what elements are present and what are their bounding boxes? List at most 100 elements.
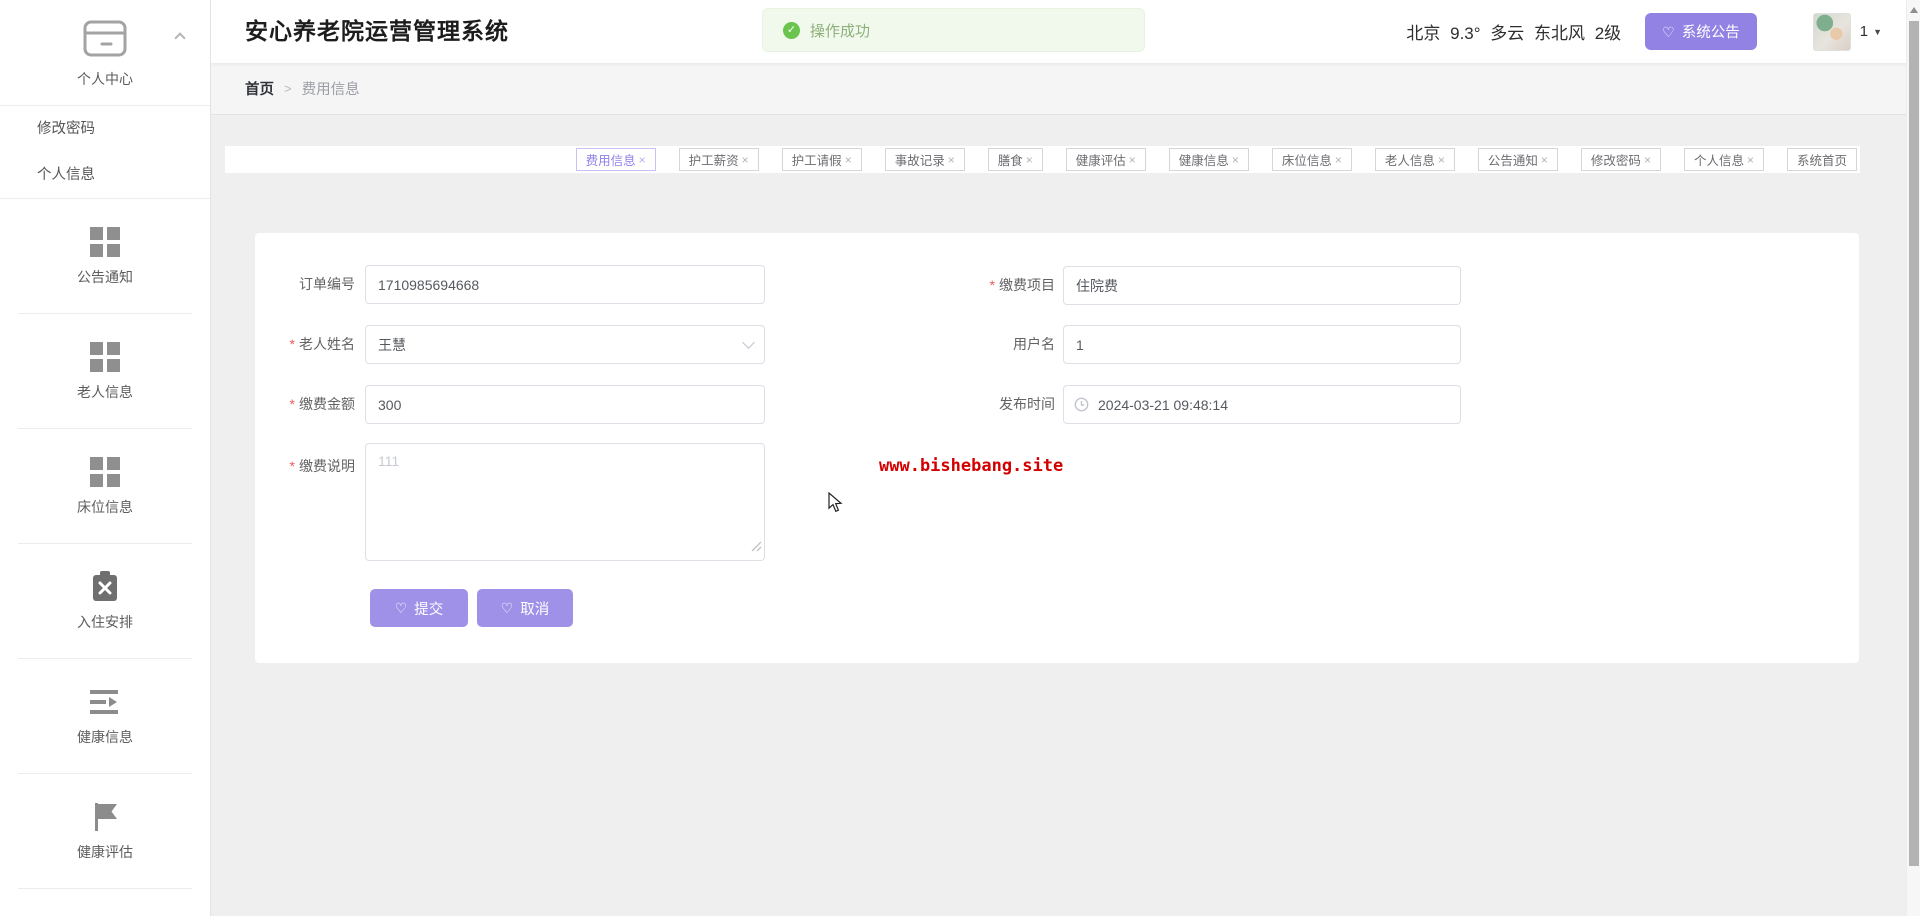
tab-label: 系统首页	[1796, 154, 1847, 168]
tab-label: 护工薪资	[688, 154, 739, 168]
sidebar-item-personal-info[interactable]: 个人信息	[0, 152, 210, 198]
username-field[interactable]	[1063, 325, 1461, 364]
list-arrow-icon	[0, 687, 210, 717]
tab-change-password[interactable]: 修改密码 ×	[1580, 148, 1661, 171]
tab-elder-info[interactable]: 老人信息 ×	[1374, 148, 1455, 171]
toast-message: 操作成功	[810, 22, 871, 40]
sidebar: 个人中心 修改密码 个人信息 公告通知 老人信息 床位信息 入住安排 健康信息 …	[0, 0, 211, 916]
tab-close-icon[interactable]: ×	[1541, 153, 1548, 167]
weather-info: 北京 9.3° 多云 东北风 2级	[1406, 24, 1622, 43]
tab-close-icon[interactable]: ×	[1644, 153, 1651, 167]
tab-caregiver-leave[interactable]: 护工请假 ×	[781, 148, 862, 171]
cancel-button[interactable]: ♡ 取消	[477, 589, 573, 627]
payment-description-textarea[interactable]	[365, 443, 765, 561]
chevron-up-icon[interactable]	[174, 32, 186, 44]
tab-close-icon[interactable]: ×	[1232, 153, 1239, 167]
breadcrumb-separator: >	[284, 81, 292, 96]
sidebar-item-more[interactable]	[0, 889, 210, 916]
tab-personal-info[interactable]: 个人信息 ×	[1683, 148, 1764, 171]
tab-meals[interactable]: 膳食 ×	[987, 148, 1043, 171]
submit-button-label: 提交	[414, 601, 444, 618]
tab-close-icon[interactable]: ×	[1747, 153, 1754, 167]
check-circle-icon: ✓	[783, 21, 800, 39]
vertical-scrollbar[interactable]	[1906, 0, 1920, 916]
scroll-up-arrow-icon[interactable]	[1910, 7, 1918, 13]
grid-icon	[0, 227, 210, 257]
publish-time-field[interactable]	[1063, 385, 1461, 424]
tab-health-assessment[interactable]: 健康评估 ×	[1065, 148, 1146, 171]
sidebar-item-checkin-arrangement[interactable]: 入住安排	[0, 544, 210, 658]
sidebar-item-label: 老人信息	[77, 384, 133, 400]
tab-label: 健康评估	[1075, 154, 1126, 168]
submit-button[interactable]: ♡ 提交	[370, 589, 468, 627]
watermark-text: www.bishebang.site	[879, 456, 1064, 476]
user-avatar[interactable]	[1812, 12, 1851, 51]
tab-close-icon[interactable]: ×	[1026, 153, 1033, 167]
top-header: 安心养老院运营管理系统 ✓ 操作成功 北京 9.3° 多云 东北风 2级 ♡ 系…	[211, 0, 1920, 63]
tab-label: 事故记录	[894, 154, 945, 168]
tab-accident-records[interactable]: 事故记录 ×	[884, 148, 965, 171]
tab-label: 健康信息	[1178, 154, 1229, 168]
page-title: 安心养老院运营管理系统	[245, 18, 509, 44]
tab-label: 费用信息	[585, 154, 636, 168]
heart-icon: ♡	[394, 600, 408, 616]
sidebar-item-bed-info[interactable]: 床位信息	[0, 429, 210, 543]
tab-close-icon[interactable]: ×	[845, 153, 852, 167]
tab-close-icon[interactable]: ×	[948, 153, 955, 167]
tab-close-icon[interactable]: ×	[742, 153, 749, 167]
payment-amount-field[interactable]	[365, 385, 765, 424]
sidebar-item-elder-info[interactable]: 老人信息	[0, 314, 210, 428]
breadcrumb-current: 费用信息	[301, 82, 360, 98]
tab-fee-info[interactable]: 费用信息 ×	[575, 148, 656, 171]
tab-close-icon[interactable]: ×	[1438, 153, 1445, 167]
tab-caregiver-salary[interactable]: 护工薪资 ×	[678, 148, 759, 171]
sidebar-item-personal-center[interactable]: 个人中心	[0, 0, 210, 89]
tab-label: 修改密码	[1590, 154, 1641, 168]
sidebar-item-label: 入住安排	[77, 614, 133, 630]
tab-announcements[interactable]: 公告通知 ×	[1477, 148, 1558, 171]
sidebar-item-change-password[interactable]: 修改密码	[0, 106, 210, 152]
fee-edit-form-panel: 订单编号 *缴费项目 *老人姓名 用户名 *缴费金额 发布时间 *缴费说明	[255, 233, 1859, 663]
system-announcement-button[interactable]: ♡ 系统公告	[1645, 13, 1757, 50]
payment-item-field[interactable]	[1063, 266, 1461, 305]
tab-label: 老人信息	[1384, 154, 1435, 168]
grid-icon	[0, 342, 210, 372]
cancel-button-label: 取消	[520, 601, 550, 618]
sidebar-item-label: 公告通知	[77, 269, 133, 285]
tab-bed-info[interactable]: 床位信息 ×	[1271, 148, 1352, 171]
tab-health-info[interactable]: 健康信息 ×	[1168, 148, 1249, 171]
tab-label: 床位信息	[1281, 154, 1332, 168]
tab-label: 公告通知	[1487, 154, 1538, 168]
username-label: 用户名	[1013, 336, 1055, 352]
open-tabs-bar: 费用信息 × 护工薪资 × 护工请假 × 事故记录 × 膳食 × 健康评估 × …	[225, 146, 1860, 173]
breadcrumb-home[interactable]: 首页	[245, 78, 274, 99]
elder-name-select[interactable]	[365, 325, 765, 364]
tab-close-icon[interactable]: ×	[1335, 153, 1342, 167]
payment-amount-label: * 缴费金额	[289, 396, 355, 412]
tab-system-home[interactable]: 系统首页	[1786, 148, 1857, 171]
order-number-field[interactable]	[365, 265, 765, 304]
tab-close-icon[interactable]: ×	[1129, 153, 1136, 167]
heart-icon: ♡	[1662, 23, 1675, 40]
sidebar-item-label: 健康评估	[77, 844, 133, 860]
announcement-button-label: 系统公告	[1681, 25, 1740, 41]
elder-name-label: * 老人姓名	[289, 336, 355, 352]
chevron-down-icon[interactable]: ▼	[1873, 27, 1882, 37]
breadcrumb: 首页 > 费用信息	[211, 63, 1920, 115]
tab-label: 护工请假	[791, 154, 842, 168]
grid-icon	[0, 457, 210, 487]
tab-close-icon[interactable]: ×	[639, 153, 646, 167]
resize-grip-icon[interactable]	[751, 539, 762, 557]
publish-time-label: 发布时间	[999, 396, 1055, 412]
sidebar-item-health-info[interactable]: 健康信息	[0, 659, 210, 773]
order-number-label: 订单编号	[299, 276, 355, 292]
sidebar-item-health-assessment[interactable]: 健康评估	[0, 774, 210, 888]
card-icon	[82, 18, 128, 63]
sidebar-item-label: 床位信息	[77, 499, 133, 515]
tab-label: 个人信息	[1693, 154, 1744, 168]
flag-icon	[0, 802, 210, 832]
sidebar-item-label: 健康信息	[77, 729, 133, 745]
scrollbar-thumb[interactable]	[1909, 21, 1919, 866]
payment-item-label: * 缴费项目	[989, 277, 1055, 293]
sidebar-item-announcements[interactable]: 公告通知	[0, 199, 210, 313]
